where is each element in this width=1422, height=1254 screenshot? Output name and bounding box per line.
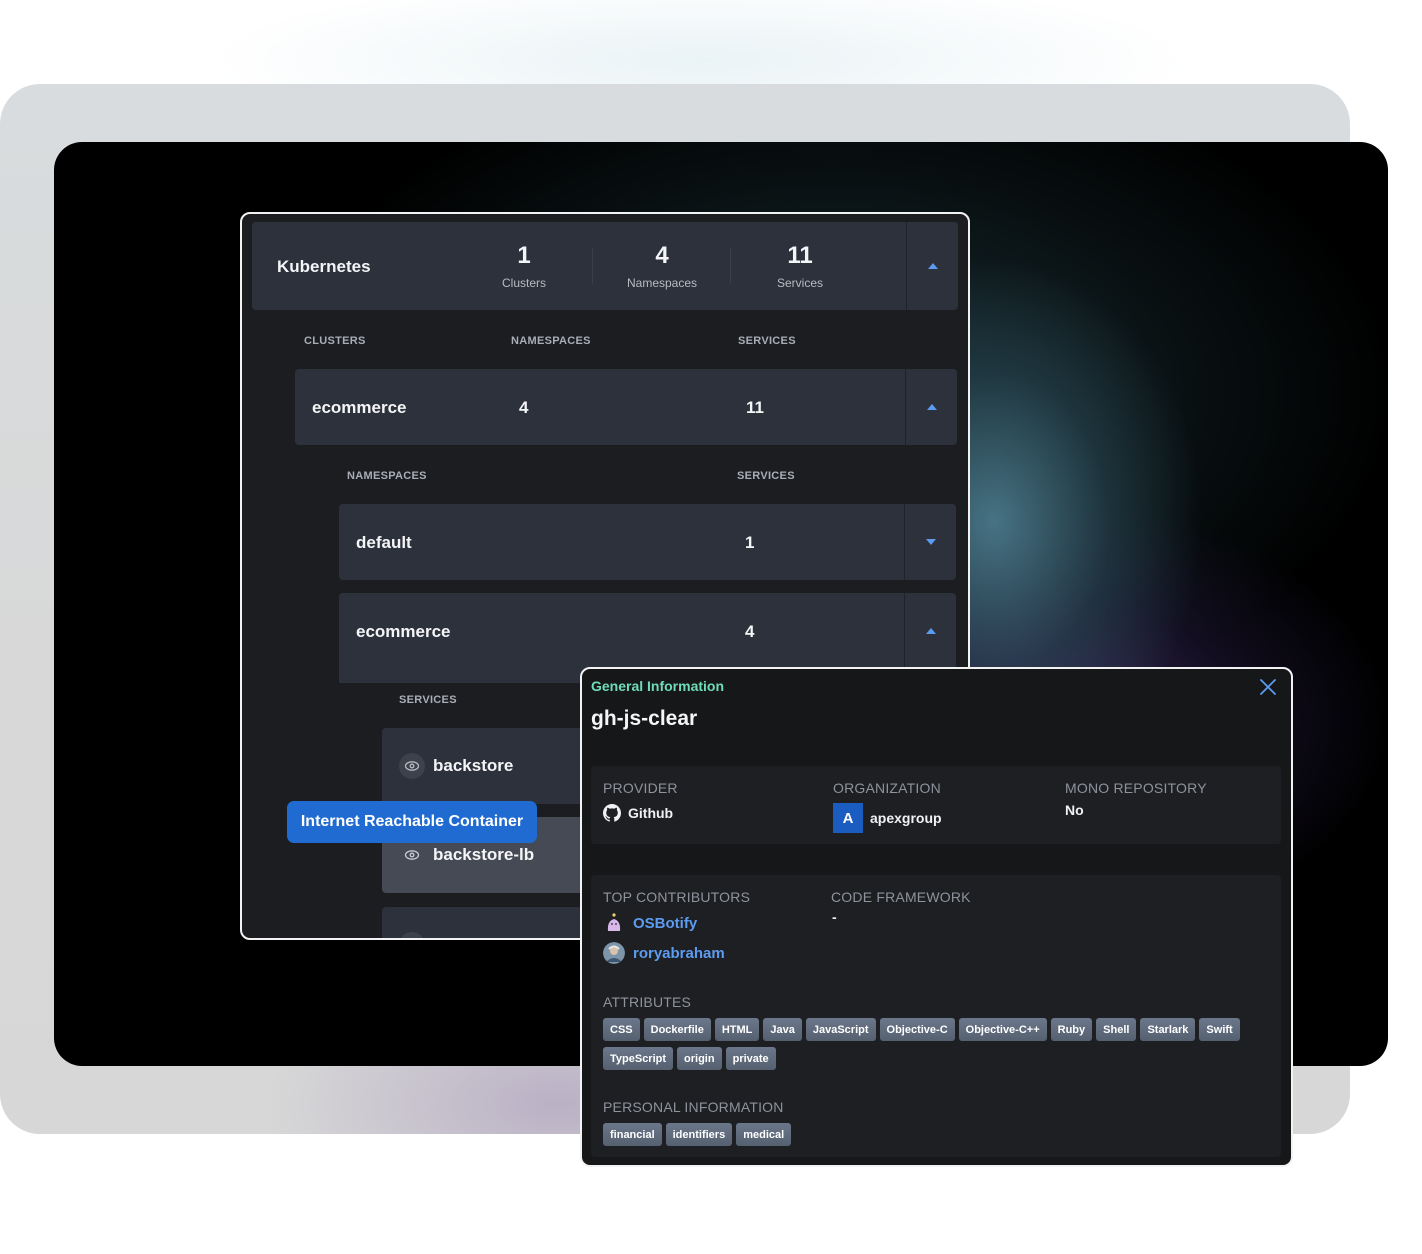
personal-info-tag: medical <box>736 1123 792 1146</box>
attribute-tag: Java <box>763 1018 802 1041</box>
kubernetes-title: Kubernetes <box>277 257 371 276</box>
attribute-tag: Shell <box>1096 1018 1137 1041</box>
organization-avatar: A <box>833 803 863 833</box>
cluster-name: ecommerce <box>312 398 407 417</box>
stat-clusters-label: Clusters <box>501 276 546 290</box>
code-framework-value: - <box>832 909 837 925</box>
namespace-name: default <box>356 533 412 552</box>
namespace-services-count: 1 <box>745 533 755 552</box>
eye-icon <box>402 845 422 865</box>
attribute-tag: JavaScript <box>805 1018 876 1041</box>
namespace-row[interactable]: default 1 <box>339 504 956 580</box>
attribute-tag: origin <box>677 1047 722 1070</box>
cluster-namespaces-count: 4 <box>519 398 529 417</box>
namespace-name: ecommerce <box>356 622 451 641</box>
column-header-clusters: CLUSTERS <box>304 335 366 347</box>
organization-value[interactable]: A apexgroup <box>833 803 942 833</box>
organization-label: ORGANIZATION <box>833 780 941 796</box>
github-icon <box>603 804 621 822</box>
provider-name: Github <box>628 805 674 821</box>
attribute-tag: CSS <box>603 1018 640 1041</box>
attribute-tags: CSS Dockerfile HTML Java JavaScript Obje… <box>603 1018 1243 1070</box>
provider-label: PROVIDER <box>603 780 678 796</box>
chevron-down-icon <box>925 539 936 545</box>
cluster-row[interactable]: ecommerce 4 11 <box>295 369 957 445</box>
stat-namespaces-value: 4 <box>655 242 669 269</box>
namespace-services-count: 4 <box>745 622 755 641</box>
column-header-services: SERVICES <box>399 694 457 706</box>
eye-icon <box>399 932 425 938</box>
repository-info-card: PROVIDER Github ORGANIZATION A apexgroup… <box>591 766 1281 844</box>
collapse-kubernetes-button[interactable] <box>906 222 958 310</box>
close-icon <box>1260 679 1276 695</box>
collapse-cluster-button[interactable] <box>905 369 957 445</box>
attribute-tag: Objective-C <box>879 1018 955 1041</box>
personal-info-tag: identifiers <box>665 1123 733 1146</box>
code-framework-label: CODE FRAMEWORK <box>831 889 971 905</box>
attributes-label: ATTRIBUTES <box>603 994 692 1010</box>
attribute-tag: Swift <box>1199 1018 1240 1041</box>
user-avatar <box>603 942 625 964</box>
chevron-up-icon <box>925 628 936 634</box>
repository-title: gh-js-clear <box>591 707 698 730</box>
column-header-namespaces: NAMESPACES <box>347 470 427 482</box>
personal-information-label: PERSONAL INFORMATION <box>603 1099 784 1115</box>
provider-value: Github <box>603 804 673 822</box>
contributor-link[interactable]: roryabraham <box>603 942 725 964</box>
personal-info-tag: financial <box>603 1123 662 1146</box>
panel-eyebrow: General Information <box>591 678 725 694</box>
repository-details-card: TOP CONTRIBUTORS OSBotify roryabraham CO… <box>591 875 1281 1157</box>
cluster-services-count: 11 <box>746 398 764 417</box>
mono-repository-label: MONO REPOSITORY <box>1065 780 1207 796</box>
column-header-services: SERVICES <box>737 470 795 482</box>
service-name: backstore <box>433 756 514 775</box>
service-name: backstore-lb <box>433 845 535 864</box>
chevron-up-icon <box>927 263 938 269</box>
expand-namespace-button[interactable] <box>904 504 956 580</box>
attribute-tag: Objective-C++ <box>958 1018 1047 1041</box>
personal-information-tags: financial identifiers medical <box>603 1123 1243 1146</box>
attribute-tag: Starlark <box>1140 1018 1196 1041</box>
contributor-name: roryabraham <box>633 944 725 962</box>
chevron-up-icon <box>926 404 937 410</box>
stat-services-value: 11 <box>787 242 813 269</box>
stat-services: 11 Services <box>731 222 869 290</box>
collapse-namespace-button[interactable] <box>904 593 956 669</box>
column-header-services: SERVICES <box>738 335 796 347</box>
stat-namespaces: 4 Namespaces <box>593 222 731 290</box>
internet-reachable-tooltip: Internet Reachable Container <box>287 801 537 843</box>
stat-clusters: 1 Clusters <box>455 222 593 290</box>
organization-name: apexgroup <box>870 810 942 826</box>
general-information-panel: General Information gh-js-clear PROVIDER… <box>580 667 1293 1167</box>
stat-namespaces-label: Namespaces <box>626 276 698 290</box>
kubernetes-summary-row[interactable]: Kubernetes 1 Clusters 4 Namespaces 11 Se… <box>252 222 958 310</box>
stat-clusters-value: 1 <box>517 242 531 269</box>
eye-icon <box>399 753 425 779</box>
mono-repository-value: No <box>1065 802 1084 818</box>
column-header-namespaces: NAMESPACES <box>511 335 591 347</box>
bot-avatar <box>607 913 621 931</box>
stat-services-label: Services <box>776 276 823 290</box>
attribute-tag: private <box>725 1047 776 1070</box>
attribute-tag: Dockerfile <box>643 1018 711 1041</box>
top-contributors-label: TOP CONTRIBUTORS <box>603 889 751 905</box>
attribute-tag: HTML <box>714 1018 760 1041</box>
close-button[interactable] <box>1259 678 1277 696</box>
contributor-name: OSBotify <box>633 914 698 932</box>
attribute-tag: TypeScript <box>603 1047 674 1070</box>
attribute-tag: Ruby <box>1050 1018 1093 1041</box>
contributor-link[interactable]: OSBotify <box>603 912 697 934</box>
